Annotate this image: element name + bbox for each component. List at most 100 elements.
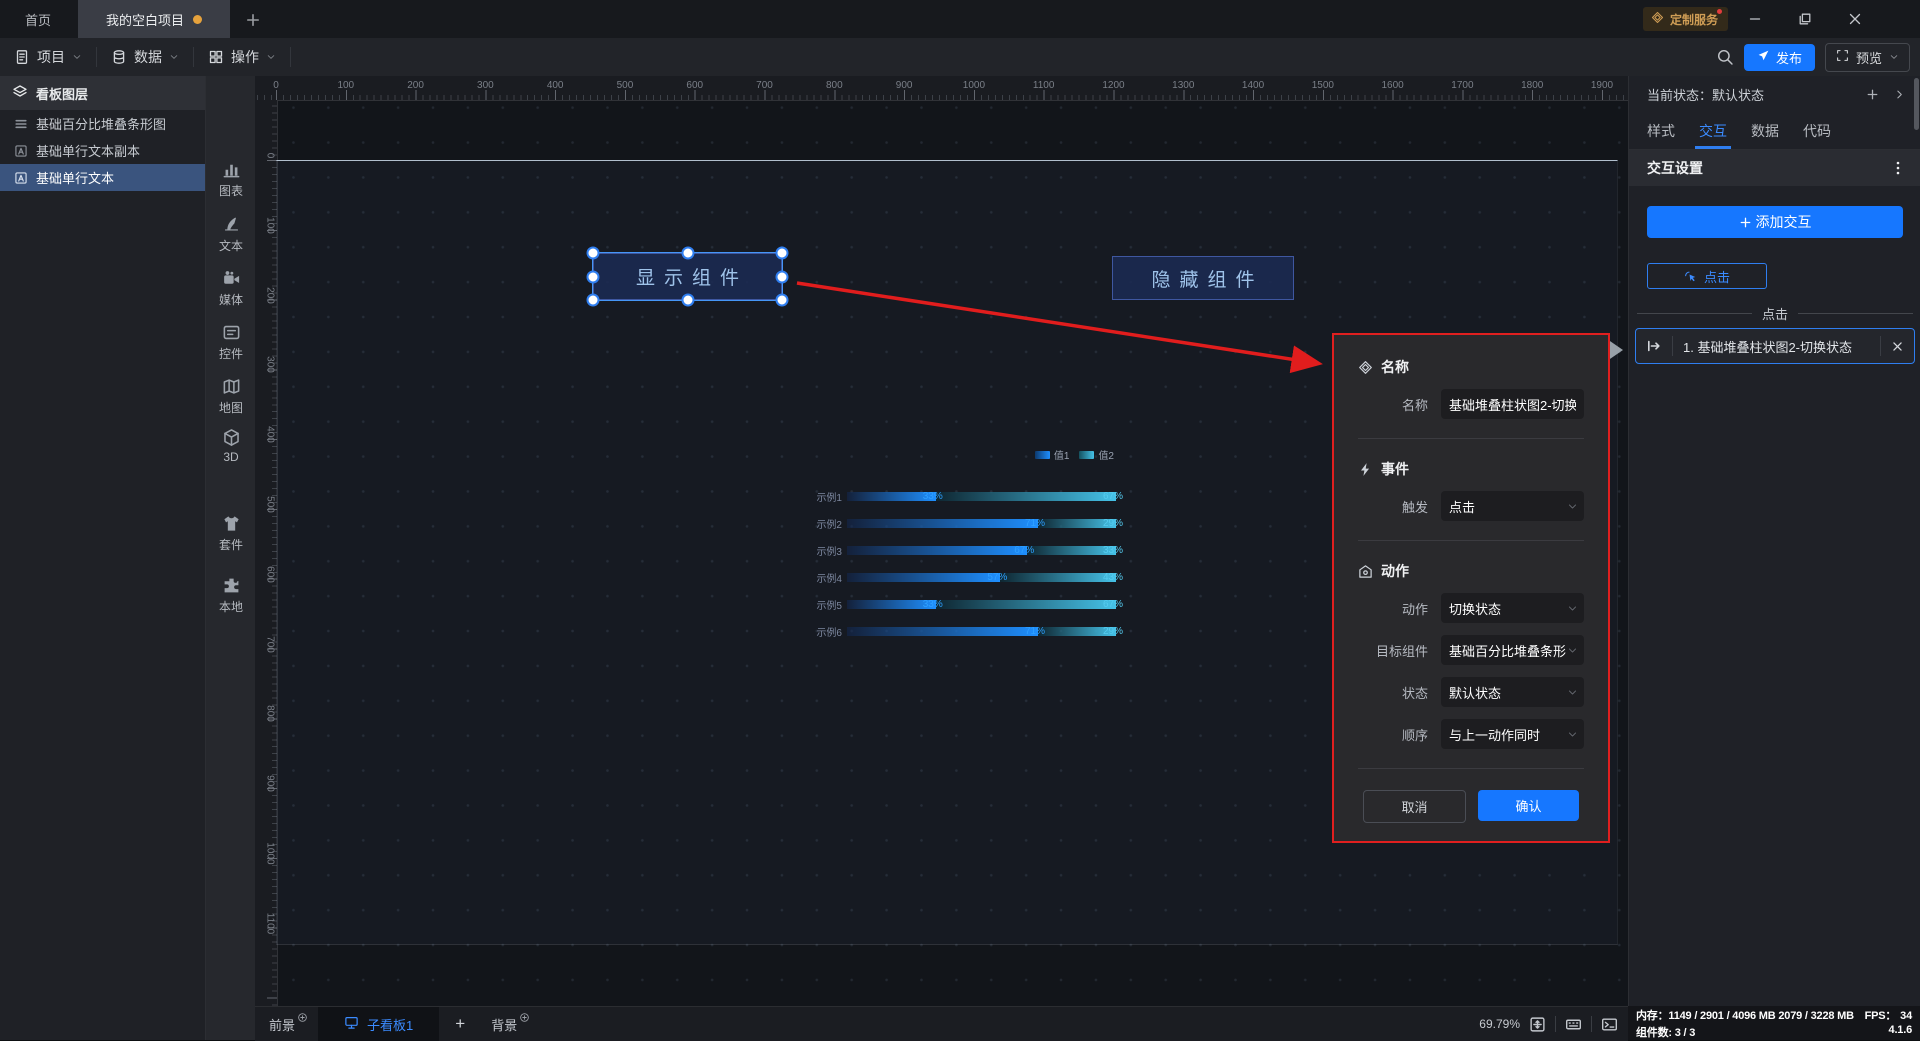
layer-item-2[interactable]: 基础单行文本 — [0, 164, 205, 191]
click-divider: 点击 — [1637, 304, 1914, 322]
v-ruler-label: 300 — [264, 356, 276, 374]
memory-stat: 内存：1149 / 2901 / 4096 MB 2079 / 3228 MB — [1636, 1009, 1854, 1022]
maximize-button[interactable] — [1782, 0, 1828, 38]
terminal-icon[interactable] — [1601, 1016, 1618, 1033]
bar-segment-s1: 33% — [847, 599, 943, 610]
chevron-right-icon[interactable] — [1893, 88, 1906, 101]
close-button[interactable] — [1832, 0, 1878, 38]
stacked-bar-chart[interactable]: 值1 值2 示例1 33% 67% 示例2 71% 29% 示例3 67% 33% 示例4 57% 43… — [816, 447, 1123, 647]
select-2-0[interactable]: 切换状态 — [1441, 593, 1584, 623]
tab-代码[interactable]: 代码 — [1803, 112, 1831, 149]
fit-screen-icon[interactable] — [1529, 1016, 1546, 1033]
name-input[interactable] — [1441, 389, 1584, 419]
subboard-tab[interactable]: 子看板1 — [318, 1007, 440, 1041]
h-ruler-label: 600 — [686, 80, 704, 91]
bottom-bar-right: 69.79% — [1479, 1016, 1628, 1033]
toolbar-item-6[interactable]: 套件 — [206, 514, 256, 553]
toolbar-item-0[interactable]: 图表 — [206, 160, 256, 199]
plus-icon — [1739, 216, 1752, 229]
tab-样式[interactable]: 样式 — [1647, 112, 1675, 149]
toolbar-item-2[interactable]: 媒体 — [206, 269, 256, 308]
dialog-field-row: 顺序 与上一动作同时 — [1358, 719, 1584, 749]
layers-icon — [12, 84, 28, 103]
interaction-settings-header: 交互设置 — [1629, 150, 1920, 186]
bar-segment-s2: 67% — [935, 491, 1123, 502]
menu-item-0[interactable]: 项目 — [0, 38, 96, 76]
menu-item-1[interactable]: 数据 — [97, 38, 193, 76]
tab-project[interactable]: 我的空白项目 — [78, 0, 230, 38]
add-interaction-button[interactable]: 添加交互 — [1647, 206, 1903, 238]
select-1-0[interactable]: 点击 — [1441, 491, 1584, 521]
search-button[interactable] — [1716, 48, 1734, 66]
unsaved-dot — [193, 14, 202, 24]
v-ruler-label: 1100 — [264, 912, 276, 934]
v-ruler-label: 100 — [264, 216, 276, 234]
add-state-icon[interactable] — [1866, 88, 1879, 101]
background-tab[interactable]: 背景 — [481, 1007, 540, 1041]
v-ruler-label: 800 — [264, 705, 276, 723]
select-2-3[interactable]: 与上一动作同时 — [1441, 719, 1584, 749]
legend-item[interactable]: 值2 — [1079, 447, 1114, 462]
keyboard-icon[interactable] — [1565, 1016, 1582, 1033]
toolbar-item-3[interactable]: 控件 — [206, 323, 256, 362]
toolbar-item-7[interactable]: 本地 — [206, 576, 256, 615]
chart-row: 示例6 71% 29% — [816, 625, 1123, 639]
divider — [290, 47, 291, 67]
chevron-down-icon — [1568, 732, 1577, 736]
toolbar-item-4[interactable]: 地图 — [206, 377, 256, 416]
layer-item-0[interactable]: 基础百分比堆叠条形图 — [0, 110, 205, 137]
menubar-right: 发布 预览 — [1716, 38, 1910, 76]
hide-component-button[interactable]: 隐藏组件 — [1112, 256, 1294, 300]
custom-service-badge[interactable]: 定制服务 — [1643, 7, 1729, 31]
tab-数据[interactable]: 数据 — [1751, 112, 1779, 149]
toolbar-item-1[interactable]: 文本 — [206, 215, 256, 254]
layer-item-1[interactable]: 基础单行文本副本 — [0, 137, 205, 164]
cancel-button[interactable]: 取消 — [1363, 790, 1466, 823]
layers-panel-header[interactable]: 看板图层 — [0, 76, 205, 110]
minimize-button[interactable] — [1732, 0, 1778, 38]
jump-action-icon — [1646, 338, 1662, 354]
add-board-button[interactable]: + — [439, 1007, 481, 1041]
cube-icon — [223, 429, 239, 446]
add-background-icon[interactable] — [519, 1011, 530, 1026]
click-event-label: 点击 — [1703, 269, 1730, 285]
circle-plus-icon — [298, 1012, 307, 1022]
chart-row: 示例5 33% 67% — [816, 598, 1123, 612]
send-icon — [1757, 49, 1770, 65]
select-2-1[interactable]: 基础百分比堆叠条形 — [1441, 635, 1584, 665]
bars-icon — [15, 119, 27, 128]
binding-item[interactable]: 1. 基础堆叠柱状图2-切换状态 — [1635, 328, 1915, 364]
chevron-right-icon — [1897, 90, 1902, 98]
bar-segment-s2: 29% — [1037, 626, 1123, 637]
confirm-button[interactable]: 确认 — [1478, 790, 1579, 821]
publish-button[interactable]: 发布 — [1743, 43, 1815, 71]
show-component-button[interactable]: 显示组件 — [593, 253, 782, 300]
cursor-click-icon — [1684, 270, 1697, 283]
h-ruler-label: 1100 — [1032, 80, 1055, 91]
maximize-icon — [1799, 13, 1811, 25]
layers-icon — [13, 84, 27, 97]
h-ruler-label: 1200 — [1102, 80, 1125, 91]
tab-交互[interactable]: 交互 — [1695, 112, 1731, 149]
board-icon — [345, 1017, 358, 1029]
panel-scrollbar[interactable] — [1914, 78, 1919, 130]
remove-binding-icon[interactable] — [1891, 340, 1904, 353]
h-ruler-label: 0 — [273, 80, 279, 91]
puzzle-icon — [224, 578, 238, 593]
bar-segment-s2: 29% — [1037, 518, 1123, 529]
preview-button[interactable]: 预览 — [1824, 42, 1910, 72]
text-a-icon — [15, 171, 27, 184]
kebab-menu-icon[interactable] — [1890, 160, 1906, 176]
new-tab-button[interactable] — [242, 9, 264, 31]
foreground-tab[interactable]: 前景 — [259, 1007, 318, 1041]
chevron-down-icon — [1568, 690, 1577, 694]
chevron-down-icon — [1890, 54, 1898, 59]
menu-item-2[interactable]: 操作 — [194, 38, 290, 76]
click-event-chip[interactable]: 点击 — [1647, 263, 1767, 289]
close-icon — [1893, 341, 1902, 351]
tab-home[interactable]: 首页 — [6, 0, 70, 38]
add-foreground-icon[interactable] — [297, 1011, 308, 1026]
select-2-2[interactable]: 默认状态 — [1441, 677, 1584, 707]
legend-item[interactable]: 值1 — [1034, 447, 1069, 462]
toolbar-item-5[interactable]: 3D — [206, 428, 256, 464]
